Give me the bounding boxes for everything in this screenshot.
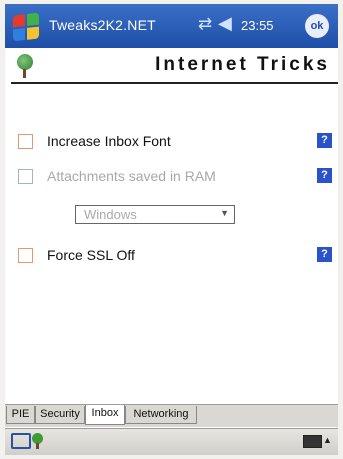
app-logo-icon [17, 54, 33, 78]
tab-security[interactable]: Security [35, 406, 85, 424]
tab-pie[interactable]: PIE [6, 406, 35, 424]
chevron-down-icon: ▼ [220, 208, 229, 218]
help-button[interactable]: ? [317, 247, 332, 262]
network-icon[interactable]: ⇄ [198, 14, 212, 34]
header-divider [11, 82, 338, 84]
option-force-ssl-off[interactable]: Force SSL Off [18, 244, 135, 266]
option-attachments-saved-in-ram[interactable]: Attachments saved in RAM [18, 165, 216, 187]
input-panel-icon[interactable] [303, 435, 322, 448]
clock[interactable]: 23:55 [241, 18, 274, 33]
force-ssl-off-checkbox[interactable] [18, 247, 33, 263]
page-title: Internet Tricks [155, 54, 330, 75]
chevron-up-icon[interactable]: ▲ [323, 435, 332, 445]
option-label: Attachments saved in RAM [47, 168, 216, 184]
windows-start-icon[interactable] [13, 12, 39, 42]
tree-icon[interactable] [32, 433, 43, 449]
device-screen: Tweaks2K2.NET ⇄ ◀ 23:55 ok Internet Tric… [5, 4, 338, 455]
volume-icon[interactable]: ◀ [218, 13, 232, 34]
tab-inbox[interactable]: Inbox [85, 405, 125, 425]
app-title: Tweaks2K2.NET [49, 17, 156, 33]
option-label: Force SSL Off [47, 247, 135, 263]
attachments-ram-checkbox[interactable] [18, 168, 33, 184]
menu-bar: ▲ [5, 428, 338, 455]
tab-networking[interactable]: Networking [125, 406, 197, 424]
help-button[interactable]: ? [317, 168, 332, 183]
increase-inbox-font-checkbox[interactable] [18, 133, 33, 149]
tab-bar: PIE Security Inbox Networking [5, 404, 338, 427]
attachments-location-select[interactable]: Windows ▼ [75, 205, 235, 224]
select-value: Windows [84, 207, 137, 222]
option-label: Increase Inbox Font [47, 133, 171, 149]
ok-button[interactable]: ok [305, 14, 329, 38]
help-button[interactable]: ? [317, 133, 332, 148]
title-bar: Tweaks2K2.NET ⇄ ◀ 23:55 ok [5, 4, 338, 48]
option-increase-inbox-font[interactable]: Increase Inbox Font [18, 130, 171, 152]
keyboard-icon[interactable] [11, 433, 31, 449]
